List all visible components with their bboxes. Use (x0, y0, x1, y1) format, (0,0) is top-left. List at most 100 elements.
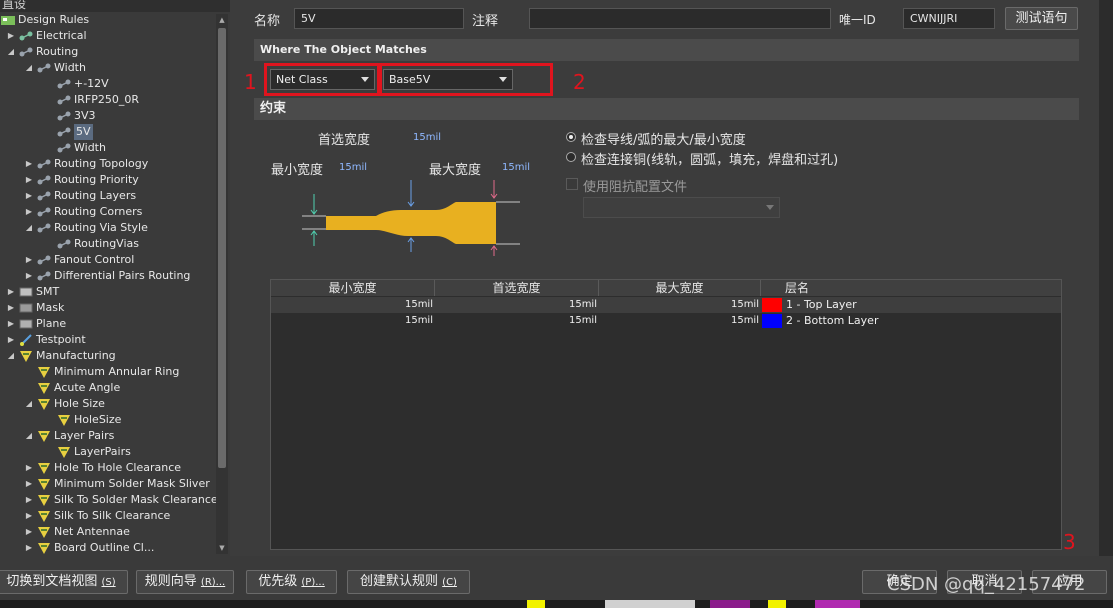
expand-closed-icon[interactable]: ▶ (6, 300, 16, 316)
tree-item[interactable]: ▶ Mask (0, 300, 216, 316)
cell-max-width[interactable]: 15mil (599, 297, 761, 313)
cell-preferred-width[interactable]: 15mil (435, 313, 599, 329)
table-row[interactable]: 15mil 15mil 15mil 2 - Bottom Layer (271, 313, 1061, 329)
check-connected-copper-label[interactable]: 检查连接铜(线轨，圆弧，填充，焊盘和过孔) (581, 149, 838, 168)
impedance-profile-checkbox[interactable] (566, 178, 578, 190)
rule-wizard-button[interactable]: 规则向导 (R)... (136, 570, 234, 594)
tree-item[interactable]: IRFP250_0R (0, 92, 216, 108)
scroll-up-icon[interactable]: ▲ (216, 14, 228, 26)
tree-item[interactable]: ▶ SMT (0, 284, 216, 300)
check-connected-copper-radio[interactable] (566, 152, 576, 162)
preferred-width-value[interactable]: 15mil (413, 132, 441, 143)
expand-closed-icon[interactable]: ▶ (24, 540, 34, 554)
tree-item-label: Routing Via Style (54, 221, 148, 234)
annotation-number-2: 2 (573, 70, 586, 94)
expand-closed-icon[interactable]: ▶ (24, 188, 34, 204)
priority-button[interactable]: 优先级 (P)... (246, 570, 337, 594)
routing-icon (56, 124, 72, 140)
uid-field[interactable]: CWNIJJRI (903, 8, 995, 29)
impedance-profile-combo[interactable] (583, 197, 780, 218)
tree-item[interactable]: ▶ Net Antennae (0, 524, 216, 540)
expand-closed-icon[interactable]: ▶ (6, 332, 16, 348)
tree-item[interactable]: ◢ Width (0, 60, 216, 76)
tree-item[interactable]: ▶ Routing Corners (0, 204, 216, 220)
expand-closed-icon[interactable]: ▶ (6, 316, 16, 332)
min-width-value[interactable]: 15mil (339, 162, 367, 173)
manufacturing-icon (36, 460, 52, 476)
tree-item[interactable]: ▶ Routing Topology (0, 156, 216, 172)
tree-item[interactable]: ▶ Plane (0, 316, 216, 332)
expand-open-icon[interactable]: ◢ (24, 60, 34, 76)
tree-item[interactable]: ▶ Minimum Solder Mask Sliver (0, 476, 216, 492)
tree-item[interactable]: ▶ Silk To Silk Clearance (0, 508, 216, 524)
tree-item[interactable]: Minimum Annular Ring (0, 364, 216, 380)
expand-closed-icon[interactable]: ▶ (24, 492, 34, 508)
comment-input[interactable] (529, 8, 831, 29)
expand-closed-icon[interactable]: ▶ (24, 156, 34, 172)
expand-closed-icon[interactable]: ▶ (24, 508, 34, 524)
tree-item[interactable]: ◢ Layer Pairs (0, 428, 216, 444)
check-track-width-label[interactable]: 检查导线/弧的最大/最小宽度 (581, 129, 746, 148)
expand-open-icon[interactable]: ◢ (6, 44, 16, 60)
tree-item[interactable]: HoleSize (0, 412, 216, 428)
expand-closed-icon[interactable]: ▶ (24, 460, 34, 476)
tree-item-label: Differential Pairs Routing (54, 269, 191, 282)
name-input[interactable]: 5V (294, 8, 464, 29)
create-default-rules-button[interactable]: 创建默认规则 (C) (347, 570, 470, 594)
tree-item[interactable]: ◢ Hole Size (0, 396, 216, 412)
col-header-layer-name[interactable]: 层名 (761, 280, 1061, 296)
expand-closed-icon[interactable]: ▶ (24, 172, 34, 188)
test-query-button[interactable]: 测试语句 (1005, 7, 1078, 30)
cell-min-width[interactable]: 15mil (271, 313, 435, 329)
check-track-width-radio[interactable] (566, 132, 576, 142)
expand-closed-icon[interactable]: ▶ (24, 476, 34, 492)
expand-closed-icon[interactable]: ▶ (24, 524, 34, 540)
manufacturing-icon (18, 348, 34, 364)
tree-item[interactable]: +-12V (0, 76, 216, 92)
tree-item[interactable]: ◢Design Rules (0, 14, 216, 28)
annotation-box-2 (377, 63, 553, 96)
tree-item[interactable]: ◢ Routing (0, 44, 216, 60)
col-header-min-width[interactable]: 最小宽度 (271, 280, 435, 296)
tree-item[interactable]: RoutingVias (0, 236, 216, 252)
cell-max-width[interactable]: 15mil (599, 313, 761, 329)
expand-open-icon[interactable]: ◢ (24, 396, 34, 412)
scrollbar-thumb[interactable] (218, 28, 226, 468)
cell-min-width[interactable]: 15mil (271, 297, 435, 313)
tree-item[interactable]: 3V3 (0, 108, 216, 124)
tree-item[interactable]: LayerPairs (0, 444, 216, 460)
expand-open-icon[interactable]: ◢ (6, 348, 16, 364)
tree-item-label: Width (74, 141, 106, 154)
tree-item[interactable]: ◢ Routing Via Style (0, 220, 216, 236)
table-row[interactable]: 15mil 15mil 15mil 1 - Top Layer (271, 297, 1061, 313)
tree-item[interactable]: ▶ Electrical (0, 28, 216, 44)
cell-preferred-width[interactable]: 15mil (435, 297, 599, 313)
expand-open-icon[interactable]: ◢ (24, 428, 34, 444)
expand-closed-icon[interactable]: ▶ (24, 204, 34, 220)
expand-closed-icon[interactable]: ▶ (6, 284, 16, 300)
annotation-number-3: 3 (1063, 530, 1076, 554)
tree-item[interactable]: ▶ Hole To Hole Clearance (0, 460, 216, 476)
tree-item[interactable]: ▶ Board Outline Cl... (0, 540, 216, 554)
max-width-value[interactable]: 15mil (502, 162, 530, 173)
tree-item[interactable]: Acute Angle (0, 380, 216, 396)
expand-closed-icon[interactable]: ▶ (24, 252, 34, 268)
expand-open-icon[interactable]: ◢ (24, 220, 34, 236)
tree-item[interactable]: 5V (0, 124, 216, 140)
tree-item[interactable]: ▶ Silk To Solder Mask Clearance (0, 492, 216, 508)
switch-to-document-view-button[interactable]: 切换到文档视图 (S) (0, 570, 128, 594)
expand-closed-icon[interactable]: ▶ (24, 268, 34, 284)
tree-item[interactable]: ▶ Fanout Control (0, 252, 216, 268)
col-header-max-width[interactable]: 最大宽度 (599, 280, 761, 296)
tree-scrollbar[interactable]: ▲ ▼ (216, 14, 228, 554)
tree-item[interactable]: ▶ Differential Pairs Routing (0, 268, 216, 284)
tree-item[interactable]: ▶ Routing Priority (0, 172, 216, 188)
col-header-preferred-width[interactable]: 首选宽度 (435, 280, 599, 296)
tree-item[interactable]: Width (0, 140, 216, 156)
tree-item[interactable]: ▶ Testpoint (0, 332, 216, 348)
tree-item[interactable]: ▶ Routing Layers (0, 188, 216, 204)
right-scrollbar[interactable] (1099, 0, 1113, 556)
expand-closed-icon[interactable]: ▶ (6, 28, 16, 44)
tree-item[interactable]: ◢ Manufacturing (0, 348, 216, 364)
scroll-down-icon[interactable]: ▼ (216, 542, 228, 554)
